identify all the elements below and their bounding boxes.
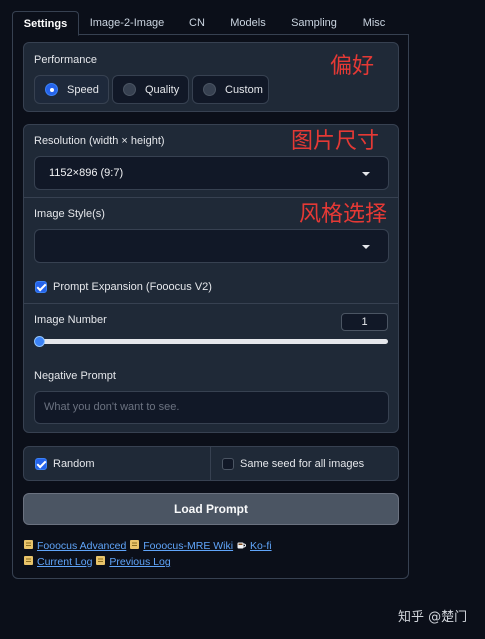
- image-style-label: Image Style(s): [34, 208, 105, 220]
- custom-radio[interactable]: Custom: [192, 75, 269, 104]
- image-number-input[interactable]: 1: [341, 313, 388, 331]
- scroll-icon: [130, 540, 140, 549]
- scroll-icon: [24, 556, 33, 565]
- chevron-down-icon: [362, 172, 370, 176]
- prompt-expansion-label: Prompt Expansion (Fooocus V2): [53, 281, 212, 293]
- main-settings-block: Resolution (width × height) 1152×896 (9:…: [23, 124, 399, 433]
- custom-radio-label: Custom: [225, 83, 263, 96]
- tab-models[interactable]: Models: [224, 11, 272, 35]
- tab-bar: Settings Image-2-Image CN Models Samplin…: [12, 11, 409, 36]
- quality-radio-dot: [123, 83, 136, 96]
- image-number-slider-thumb[interactable]: [34, 336, 45, 347]
- previous-log-link[interactable]: Previous Log: [109, 556, 170, 568]
- random-label: Random: [53, 458, 95, 470]
- seed-block: Random Same seed for all images: [23, 446, 399, 481]
- links-row-2: Current Log Previous Log: [23, 555, 171, 568]
- current-log-link[interactable]: Current Log: [37, 556, 92, 568]
- speed-radio-label: Speed: [67, 83, 99, 96]
- tab-misc[interactable]: Misc: [357, 11, 391, 35]
- image-number-slider[interactable]: [36, 339, 388, 344]
- performance-label: Performance: [34, 54, 97, 66]
- tab-sampling[interactable]: Sampling: [285, 11, 343, 35]
- divider: [24, 303, 398, 304]
- quality-radio-label: Quality: [145, 83, 180, 96]
- load-prompt-button[interactable]: Load Prompt: [23, 493, 399, 525]
- resolution-label: Resolution (width × height): [34, 135, 165, 147]
- quality-radio[interactable]: Quality: [112, 75, 189, 104]
- watermark: 知乎 @楚门: [398, 610, 468, 625]
- scroll-icon: [96, 556, 106, 565]
- custom-radio-dot: [203, 83, 216, 96]
- ko-fi-link[interactable]: Ko-fi: [250, 540, 272, 552]
- tab-image-2-image[interactable]: Image-2-Image: [86, 11, 168, 35]
- annotation-preference: 偏好: [330, 54, 375, 79]
- image-style-dropdown[interactable]: [34, 229, 389, 263]
- random-checkbox[interactable]: [35, 458, 47, 470]
- prompt-expansion-checkbox[interactable]: [35, 281, 47, 293]
- same-seed-checkbox[interactable]: [222, 458, 234, 470]
- divider: [210, 447, 211, 480]
- tab-settings[interactable]: Settings: [12, 11, 79, 36]
- negative-prompt-input[interactable]: What you don't want to see.: [34, 391, 389, 424]
- fooocus-advanced-link[interactable]: Fooocus Advanced: [37, 540, 126, 552]
- chevron-down-icon: [362, 245, 370, 249]
- coffee-icon: [237, 542, 247, 549]
- negative-prompt-label: Negative Prompt: [34, 370, 116, 382]
- scroll-icon: [24, 540, 33, 549]
- same-seed-label: Same seed for all images: [240, 458, 365, 470]
- resolution-dropdown[interactable]: 1152×896 (9:7): [34, 156, 389, 190]
- links-row-1: Fooocus Advanced Fooocus-MRE Wiki Ko-fi: [23, 539, 272, 552]
- speed-radio-dot: [45, 83, 58, 96]
- annotation-image-size: 图片尺寸: [291, 129, 380, 154]
- image-number-label: Image Number: [34, 314, 107, 326]
- resolution-value: 1152×896 (9:7): [49, 167, 124, 179]
- annotation-style-choice: 风格选择: [299, 202, 388, 227]
- tab-cn[interactable]: CN: [180, 11, 214, 35]
- speed-radio[interactable]: Speed: [34, 75, 109, 104]
- mre-wiki-link[interactable]: Fooocus-MRE Wiki: [143, 540, 233, 552]
